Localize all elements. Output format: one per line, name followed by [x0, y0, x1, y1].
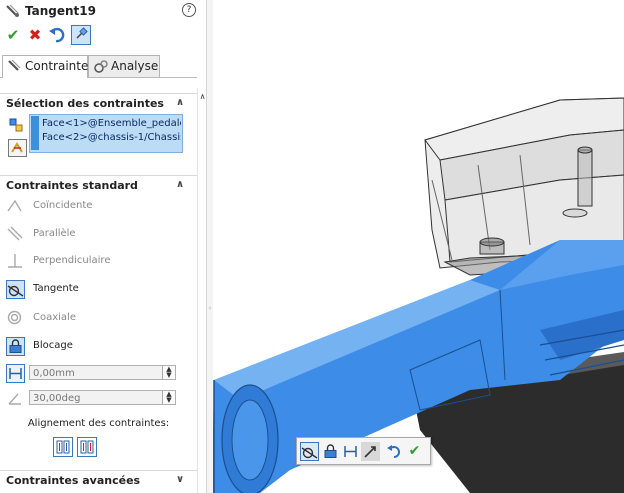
title-bar: Tangent19 ? — [0, 0, 197, 22]
feature-title: Tangent19 — [25, 4, 96, 18]
analysis-icon — [94, 60, 108, 73]
lock-icon — [6, 337, 25, 356]
mate-icon — [6, 4, 19, 17]
option-label: Coaxiale — [33, 312, 76, 323]
angle-icon[interactable] — [7, 390, 23, 406]
lock-option[interactable]: Blocage — [6, 336, 191, 356]
mate-icon — [8, 59, 21, 71]
property-manager: Tangent19 ? ✔ ✖ Contraintes Analyse Séle… — [0, 0, 197, 493]
model-view[interactable] — [213, 0, 624, 493]
anti-aligned-button[interactable] — [77, 437, 97, 457]
ctx-lock-button[interactable] — [321, 442, 340, 461]
undo-button[interactable] — [48, 26, 66, 44]
graphics-viewport[interactable] — [213, 0, 624, 493]
coincident-icon — [7, 199, 22, 212]
pin-icon — [76, 27, 88, 39]
mate-context-toolbar: ✔ — [296, 437, 431, 465]
concentric-option[interactable]: Coaxiale — [6, 308, 191, 328]
tangent-icon — [6, 280, 25, 299]
pin-button[interactable] — [71, 25, 91, 45]
distance-field[interactable]: 0,00mm ▲ ▼ — [29, 365, 176, 380]
distance-spinner[interactable]: ▲ ▼ — [162, 366, 175, 379]
selection-item[interactable]: Face<1>@Ensemble_pedale d — [42, 118, 181, 129]
ctx-distance-button[interactable] — [341, 442, 360, 461]
option-label: Blocage — [33, 340, 73, 351]
undo-icon — [49, 27, 65, 43]
ok-button[interactable]: ✔ — [4, 26, 22, 44]
aligned-icon — [56, 440, 70, 454]
perpendicular-icon — [8, 254, 22, 268]
distance-icon[interactable] — [6, 364, 25, 383]
distance-row: 0,00mm ▲ ▼ — [6, 364, 196, 383]
tab-bar: Contraintes Analyse — [0, 53, 197, 78]
coincident-option[interactable]: Coïncidente — [6, 196, 191, 216]
standard-mates-header[interactable]: Contraintes standard ∧ — [0, 175, 197, 194]
tab-analyse[interactable]: Analyse — [88, 55, 160, 77]
angle-row: 30,00deg ▲ ▼ — [6, 389, 196, 407]
ctx-angle-button[interactable] — [361, 442, 380, 461]
option-label: Perpendiculaire — [33, 255, 111, 266]
tab-label: Analyse — [111, 59, 159, 73]
parallel-option[interactable]: Parallèle — [6, 224, 191, 244]
angle-field[interactable]: 30,00deg ▲ ▼ — [29, 390, 176, 405]
selection-marker — [31, 116, 39, 150]
mate-entities-icon[interactable] — [8, 117, 25, 133]
cancel-button[interactable]: ✖ — [26, 26, 44, 44]
section-title: Contraintes standard — [6, 179, 138, 192]
option-label: Coïncidente — [33, 200, 93, 211]
chevron-down-icon[interactable]: ∨ — [176, 471, 184, 489]
chevron-up-icon[interactable]: ∧ — [176, 94, 184, 112]
selection-item[interactable]: Face<2>@chassis-1/Chassis-1 — [42, 132, 181, 143]
lock-icon — [324, 444, 337, 458]
alignment-label: Alignement des contraintes: — [27, 418, 170, 429]
anti-aligned-icon — [80, 440, 94, 454]
option-label: Parallèle — [33, 228, 76, 239]
angle-spinner[interactable]: ▲ ▼ — [162, 391, 175, 404]
section-title: Contraintes avancées — [6, 474, 141, 487]
selection-section-header[interactable]: Sélection des contraintes ∧ — [0, 93, 197, 112]
perpendicular-option[interactable]: Perpendiculaire — [6, 251, 191, 271]
distance-value: 0,00mm — [33, 368, 75, 379]
angle-value: 30,00deg — [33, 393, 81, 404]
multiple-mate-icon[interactable] — [8, 139, 27, 157]
tab-contraintes[interactable]: Contraintes — [2, 55, 95, 78]
tangent-icon — [301, 447, 318, 459]
section-title: Sélection des contraintes — [6, 97, 164, 110]
concentric-icon — [7, 310, 22, 325]
parallel-icon — [7, 226, 23, 241]
advanced-mates-header[interactable]: Contraintes avancées ∨ — [0, 470, 197, 489]
flip-icon — [387, 445, 400, 458]
tangent-option[interactable]: Tangente — [6, 279, 191, 299]
tab-label: Contraintes — [25, 59, 95, 73]
distance-icon — [344, 446, 357, 457]
aligned-button[interactable] — [53, 437, 73, 457]
option-label: Tangente — [33, 283, 79, 294]
help-icon[interactable]: ? — [182, 3, 196, 17]
ctx-tangent-button[interactable] — [300, 442, 319, 461]
ctx-ok-button[interactable]: ✔ — [405, 442, 424, 461]
ctx-flip-button[interactable] — [385, 442, 404, 461]
chevron-up-icon[interactable]: ∧ — [176, 176, 184, 194]
angle-icon — [364, 446, 376, 458]
